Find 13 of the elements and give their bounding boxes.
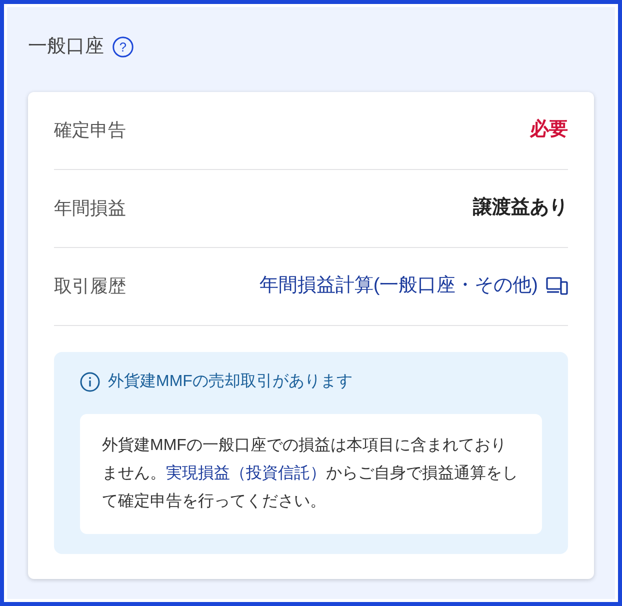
realized-gains-link[interactable]: 実現損益（投資信託） (166, 464, 326, 482)
row-label: 取引履歴 (54, 274, 126, 298)
row-label: 確定申告 (54, 118, 126, 142)
row-value: 必要 (530, 118, 568, 142)
notice-message: 外貨建MMFの一般口座での損益は本項目に含まれておりません。実現損益（投資信託）からご自身で損益通算をして確定申告を行ってください。 (80, 414, 542, 534)
section-title: 一般口座 (28, 35, 104, 59)
row-label: 年間損益 (54, 196, 126, 220)
row-value: 譲渡益あり (473, 196, 568, 220)
info-icon (80, 372, 100, 392)
history-link[interactable]: 年間損益計算(一般口座・その他) (259, 272, 538, 300)
devices-icon[interactable] (546, 276, 568, 296)
help-icon[interactable]: ? (112, 36, 134, 58)
notice-title: 外貨建MMFの売却取引があります (108, 372, 352, 392)
